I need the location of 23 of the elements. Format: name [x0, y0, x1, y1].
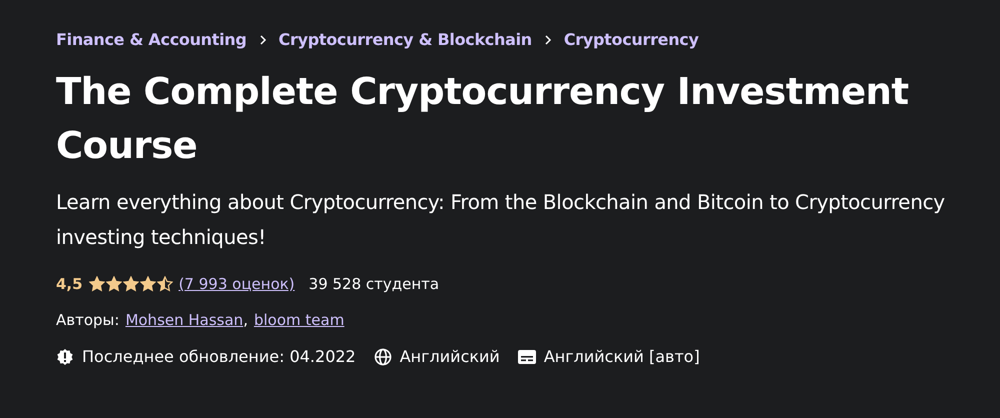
breadcrumb-link[interactable]: Cryptocurrency [564, 30, 699, 49]
author-link[interactable]: Mohsen Hassan [125, 311, 244, 329]
meta-text: Английский [авто] [544, 347, 700, 366]
star-icon [106, 276, 122, 292]
course-title: The Complete Cryptocurrency Investment Course [56, 69, 910, 169]
comma: , [243, 311, 248, 329]
star-icon [88, 276, 105, 292]
meta-text: Английский [400, 347, 500, 366]
rating-score: 4,5 [56, 275, 83, 293]
reviews-link[interactable]: (7 993 оценок) [178, 275, 295, 293]
author-link[interactable]: bloom team [254, 311, 344, 329]
alert-badge-icon [56, 348, 74, 366]
meta-text: Последнее обновление: 04.2022 [82, 347, 356, 366]
star-icon [156, 276, 173, 292]
authors-label: Авторы: [56, 311, 120, 329]
breadcrumb-link[interactable]: Cryptocurrency & Blockchain [278, 30, 532, 49]
students-count: 39 528 студента [308, 275, 440, 293]
star-icon [122, 276, 139, 292]
captions-icon [518, 350, 536, 364]
star-icon [140, 276, 156, 292]
globe-icon [374, 348, 392, 366]
course-subtitle: Learn everything about Cryptocurrency: From the Blockchain and Bitcoin to Cryptocurrency investing techniques! [56, 189, 946, 251]
breadcrumb-link[interactable]: Finance & Accounting [56, 30, 247, 49]
